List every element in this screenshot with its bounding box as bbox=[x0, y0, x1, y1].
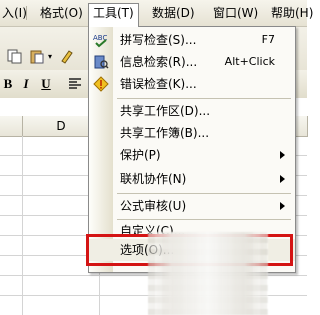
menu-item-share-workbook[interactable]: 共享工作簿(B)... bbox=[89, 122, 295, 144]
menu-insert[interactable]: 入(I) bbox=[2, 4, 27, 22]
column-header-c[interactable] bbox=[0, 116, 23, 137]
spelling-abc-icon: ABC bbox=[93, 32, 109, 48]
menu-tools[interactable]: 工具(T) bbox=[88, 3, 139, 27]
bold-icon[interactable]: B bbox=[0, 75, 16, 93]
menu-separator bbox=[117, 193, 291, 194]
menu-format[interactable]: 格式(O) bbox=[40, 4, 83, 22]
menu-bar: 入(I) 格式(O) 工具(T) 数据(D) 窗口(W) 帮助(H) bbox=[0, 0, 313, 27]
grid-divider bbox=[22, 136, 23, 315]
submenu-arrow-icon bbox=[280, 175, 285, 183]
submenu-arrow-icon bbox=[280, 151, 285, 159]
menu-item-shared-workspace[interactable]: 共享工作区(D)... bbox=[89, 100, 295, 122]
menu-item-formula-auditing[interactable]: 公式审核(U) bbox=[89, 195, 295, 217]
error-check-diamond-icon bbox=[93, 76, 109, 92]
underline-icon[interactable]: U bbox=[38, 75, 54, 93]
menu-separator bbox=[117, 98, 291, 99]
menu-data[interactable]: 数据(D) bbox=[152, 4, 195, 22]
paste-dropdown-icon[interactable]: ▾ bbox=[46, 47, 54, 65]
menu-separator bbox=[26, 6, 27, 20]
copy-icon[interactable] bbox=[6, 47, 24, 65]
submenu-arrow-icon bbox=[280, 202, 285, 210]
menu-window[interactable]: 窗口(W) bbox=[213, 4, 258, 22]
paste-icon[interactable] bbox=[28, 47, 46, 65]
align-left-icon[interactable] bbox=[66, 75, 84, 93]
menu-item-research[interactable]: 信息检索(R)... Alt+Click bbox=[89, 51, 295, 73]
format-painter-icon[interactable] bbox=[58, 47, 76, 65]
menu-item-error-check[interactable]: 错误检查(K)... bbox=[89, 73, 295, 95]
italic-icon[interactable]: I bbox=[18, 75, 34, 93]
menu-item-online-collaboration[interactable]: 联机协作(N) bbox=[89, 168, 295, 190]
menu-help[interactable]: 帮助(H) bbox=[271, 4, 313, 22]
menu-item-protection[interactable]: 保护(P) bbox=[89, 144, 295, 166]
blur-overlay bbox=[148, 232, 268, 315]
research-book-icon bbox=[93, 54, 109, 70]
menu-item-spelling[interactable]: ABC 拼写检查(S)... F7 bbox=[89, 29, 295, 51]
